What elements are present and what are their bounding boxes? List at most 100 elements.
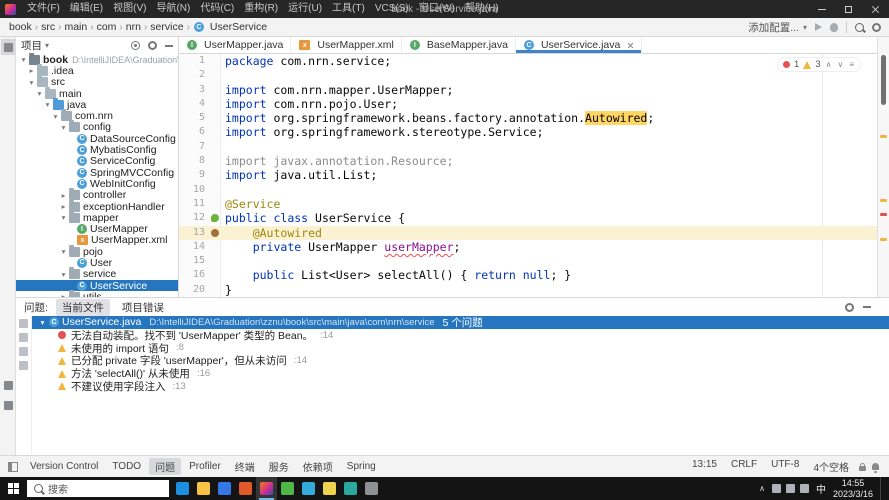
warning-stripe-mark[interactable] (880, 135, 887, 138)
taskbar-app[interactable] (235, 477, 256, 500)
statusbar-widget[interactable]: CRLF (725, 458, 763, 475)
code-line[interactable]: 14 private UserMapper userMapper; (179, 240, 877, 254)
code-line[interactable]: 1 package com.nrn.service; (179, 54, 877, 68)
editor-tab[interactable]: x UserMapper.xml (291, 37, 402, 53)
breadcrumb-item[interactable]: com (95, 21, 119, 33)
editor-tab[interactable]: C UserService.java (516, 37, 643, 53)
taskbar-app[interactable] (277, 477, 298, 500)
taskbar-search[interactable]: 搜索 (27, 480, 169, 497)
problems-tab[interactable]: 当前文件 (55, 298, 110, 316)
code-line[interactable]: 15 (179, 254, 877, 268)
editor-tab[interactable]: I BaseMapper.java (402, 37, 516, 53)
menu-item[interactable]: 运行(U) (283, 3, 327, 14)
statusbar-toolwindow[interactable]: 问题 (149, 458, 182, 475)
close-button[interactable] (862, 0, 889, 18)
breadcrumb-item[interactable]: src (39, 21, 57, 33)
code-line[interactable]: 7 (179, 140, 877, 154)
breadcrumb-item[interactable]: nrn (124, 21, 143, 33)
lock-icon[interactable] (859, 462, 866, 471)
structure-tool-button[interactable] (1, 377, 15, 393)
menu-item[interactable]: 编辑(E) (65, 3, 108, 14)
code-line[interactable]: 4 import com.nrn.pojo.User; (179, 97, 877, 111)
close-tab-icon[interactable] (627, 42, 634, 49)
warning-stripe-mark[interactable] (880, 199, 887, 202)
collapse-all-icon[interactable] (19, 347, 28, 356)
run-configurations-dropdown[interactable]: 添加配置... ▾ (748, 20, 807, 35)
statusbar-widget[interactable]: 4个空格 (807, 458, 855, 475)
code-editor[interactable]: 1 package com.nrn.service; 2 3 import com.nr… (179, 54, 877, 297)
tree-item[interactable]: C SpringMVCConfig (16, 167, 178, 179)
code-line[interactable]: 3 import com.nrn.mapper.UserMapper; (179, 83, 877, 97)
breadcrumb-item[interactable]: main (62, 21, 89, 33)
tree-item[interactable]: ▸ controller (16, 188, 178, 201)
tree-item[interactable]: ▾ mapper (16, 210, 178, 224)
ime-indicator[interactable]: 中 (816, 481, 826, 496)
project-tool-button[interactable] (1, 39, 15, 55)
warning-stripe-mark[interactable] (880, 238, 887, 241)
hide-panel-icon[interactable] (863, 306, 871, 308)
menu-item[interactable]: VCS(S) (370, 3, 414, 14)
taskbar-app[interactable] (319, 477, 340, 500)
inspections-menu-icon[interactable]: ≡ (848, 60, 855, 69)
statusbar-widget[interactable]: 13:15 (686, 458, 723, 475)
maximize-button[interactable] (835, 0, 862, 18)
problems-settings-icon[interactable] (19, 361, 28, 370)
problem-item[interactable]: 不建议使用字段注入:13 (32, 380, 889, 393)
project-panel-title[interactable]: 项目 (21, 38, 42, 53)
code-line[interactable]: 20} (179, 283, 877, 297)
tree-item[interactable]: ▾ java (16, 97, 178, 111)
taskbar-app[interactable] (193, 477, 214, 500)
tray-expand-icon[interactable]: ∧ (759, 484, 765, 493)
taskbar-app[interactable] (172, 477, 193, 500)
start-button[interactable] (0, 477, 27, 500)
settings-icon[interactable] (872, 22, 881, 32)
tray-icon[interactable] (799, 484, 809, 493)
statusbar-toolwindow[interactable]: Version Control (24, 460, 104, 473)
menu-item[interactable]: 窗口(W) (414, 3, 460, 14)
next-problem-icon[interactable]: ∨ (836, 60, 844, 69)
editor-tab[interactable]: I UserMapper.java (179, 37, 292, 53)
taskbar-app[interactable] (214, 477, 235, 500)
tree-item[interactable]: x UserMapper.xml (16, 234, 178, 246)
menu-item[interactable]: 代码(C) (195, 3, 239, 14)
breadcrumb-item[interactable]: service (148, 21, 185, 33)
tree-item[interactable]: ▾ com.nrn (16, 109, 178, 122)
show-desktop-button[interactable] (880, 477, 886, 500)
statusbar-toolwindow[interactable]: Profiler (183, 460, 227, 473)
menu-item[interactable]: 导航(N) (151, 3, 195, 14)
tree-item[interactable]: C ServiceConfig (16, 155, 178, 167)
tree-item[interactable]: ▾ main (16, 86, 178, 100)
code-line[interactable]: 16 public List<User> selectAll() { retur… (179, 268, 877, 282)
error-stripe-mark[interactable] (880, 213, 887, 216)
tree-item[interactable]: ▾ pojo (16, 244, 178, 258)
tree-item[interactable]: I UserMapper (16, 223, 178, 235)
tree-item[interactable]: ▾ config (16, 120, 178, 133)
menu-item[interactable]: 文件(F) (22, 3, 65, 14)
code-line[interactable]: 10 (179, 183, 877, 197)
code-line[interactable]: 2 (179, 68, 877, 82)
statusbar-toolwindow[interactable]: 依赖项 (297, 458, 339, 475)
run-icon[interactable] (815, 23, 822, 31)
statusbar-widget[interactable]: UTF-8 (765, 458, 805, 475)
tray-icon[interactable] (771, 484, 781, 493)
tree-item[interactable]: ▸ exceptionHandler (16, 199, 178, 213)
breadcrumb-item[interactable]: book (7, 21, 34, 33)
taskbar-clock[interactable]: 14:55 2023/3/16 (833, 478, 873, 500)
tree-item[interactable]: C MybatisConfig (16, 144, 178, 156)
breadcrumb-item[interactable]: C UserService (191, 21, 269, 33)
statusbar-toolwindow[interactable]: TODO (106, 460, 147, 473)
tree-item[interactable]: C UserService (16, 280, 178, 292)
code-line[interactable]: 6 import org.springframework.stereotype.S… (179, 125, 877, 139)
menu-item[interactable]: 工具(T) (327, 3, 370, 14)
statusbar-toolwindow[interactable]: Spring (341, 460, 382, 473)
panel-settings-icon[interactable] (845, 302, 854, 312)
statusbar-toolwindow[interactable]: 服务 (263, 458, 295, 475)
search-everywhere-icon[interactable] (855, 22, 864, 32)
inspections-widget[interactable]: 1 3 ∧ ∨ ≡ (777, 57, 861, 72)
tree-item[interactable]: C DataSourceConfig (16, 133, 178, 145)
code-line[interactable]: 9 import java.util.List; (179, 168, 877, 182)
code-line[interactable]: 11 @Service (179, 197, 877, 211)
statusbar-toolwindow[interactable]: 终端 (229, 458, 261, 475)
select-opened-file-icon[interactable] (131, 41, 140, 50)
code-line[interactable]: 12 public class UserService { (179, 211, 877, 225)
